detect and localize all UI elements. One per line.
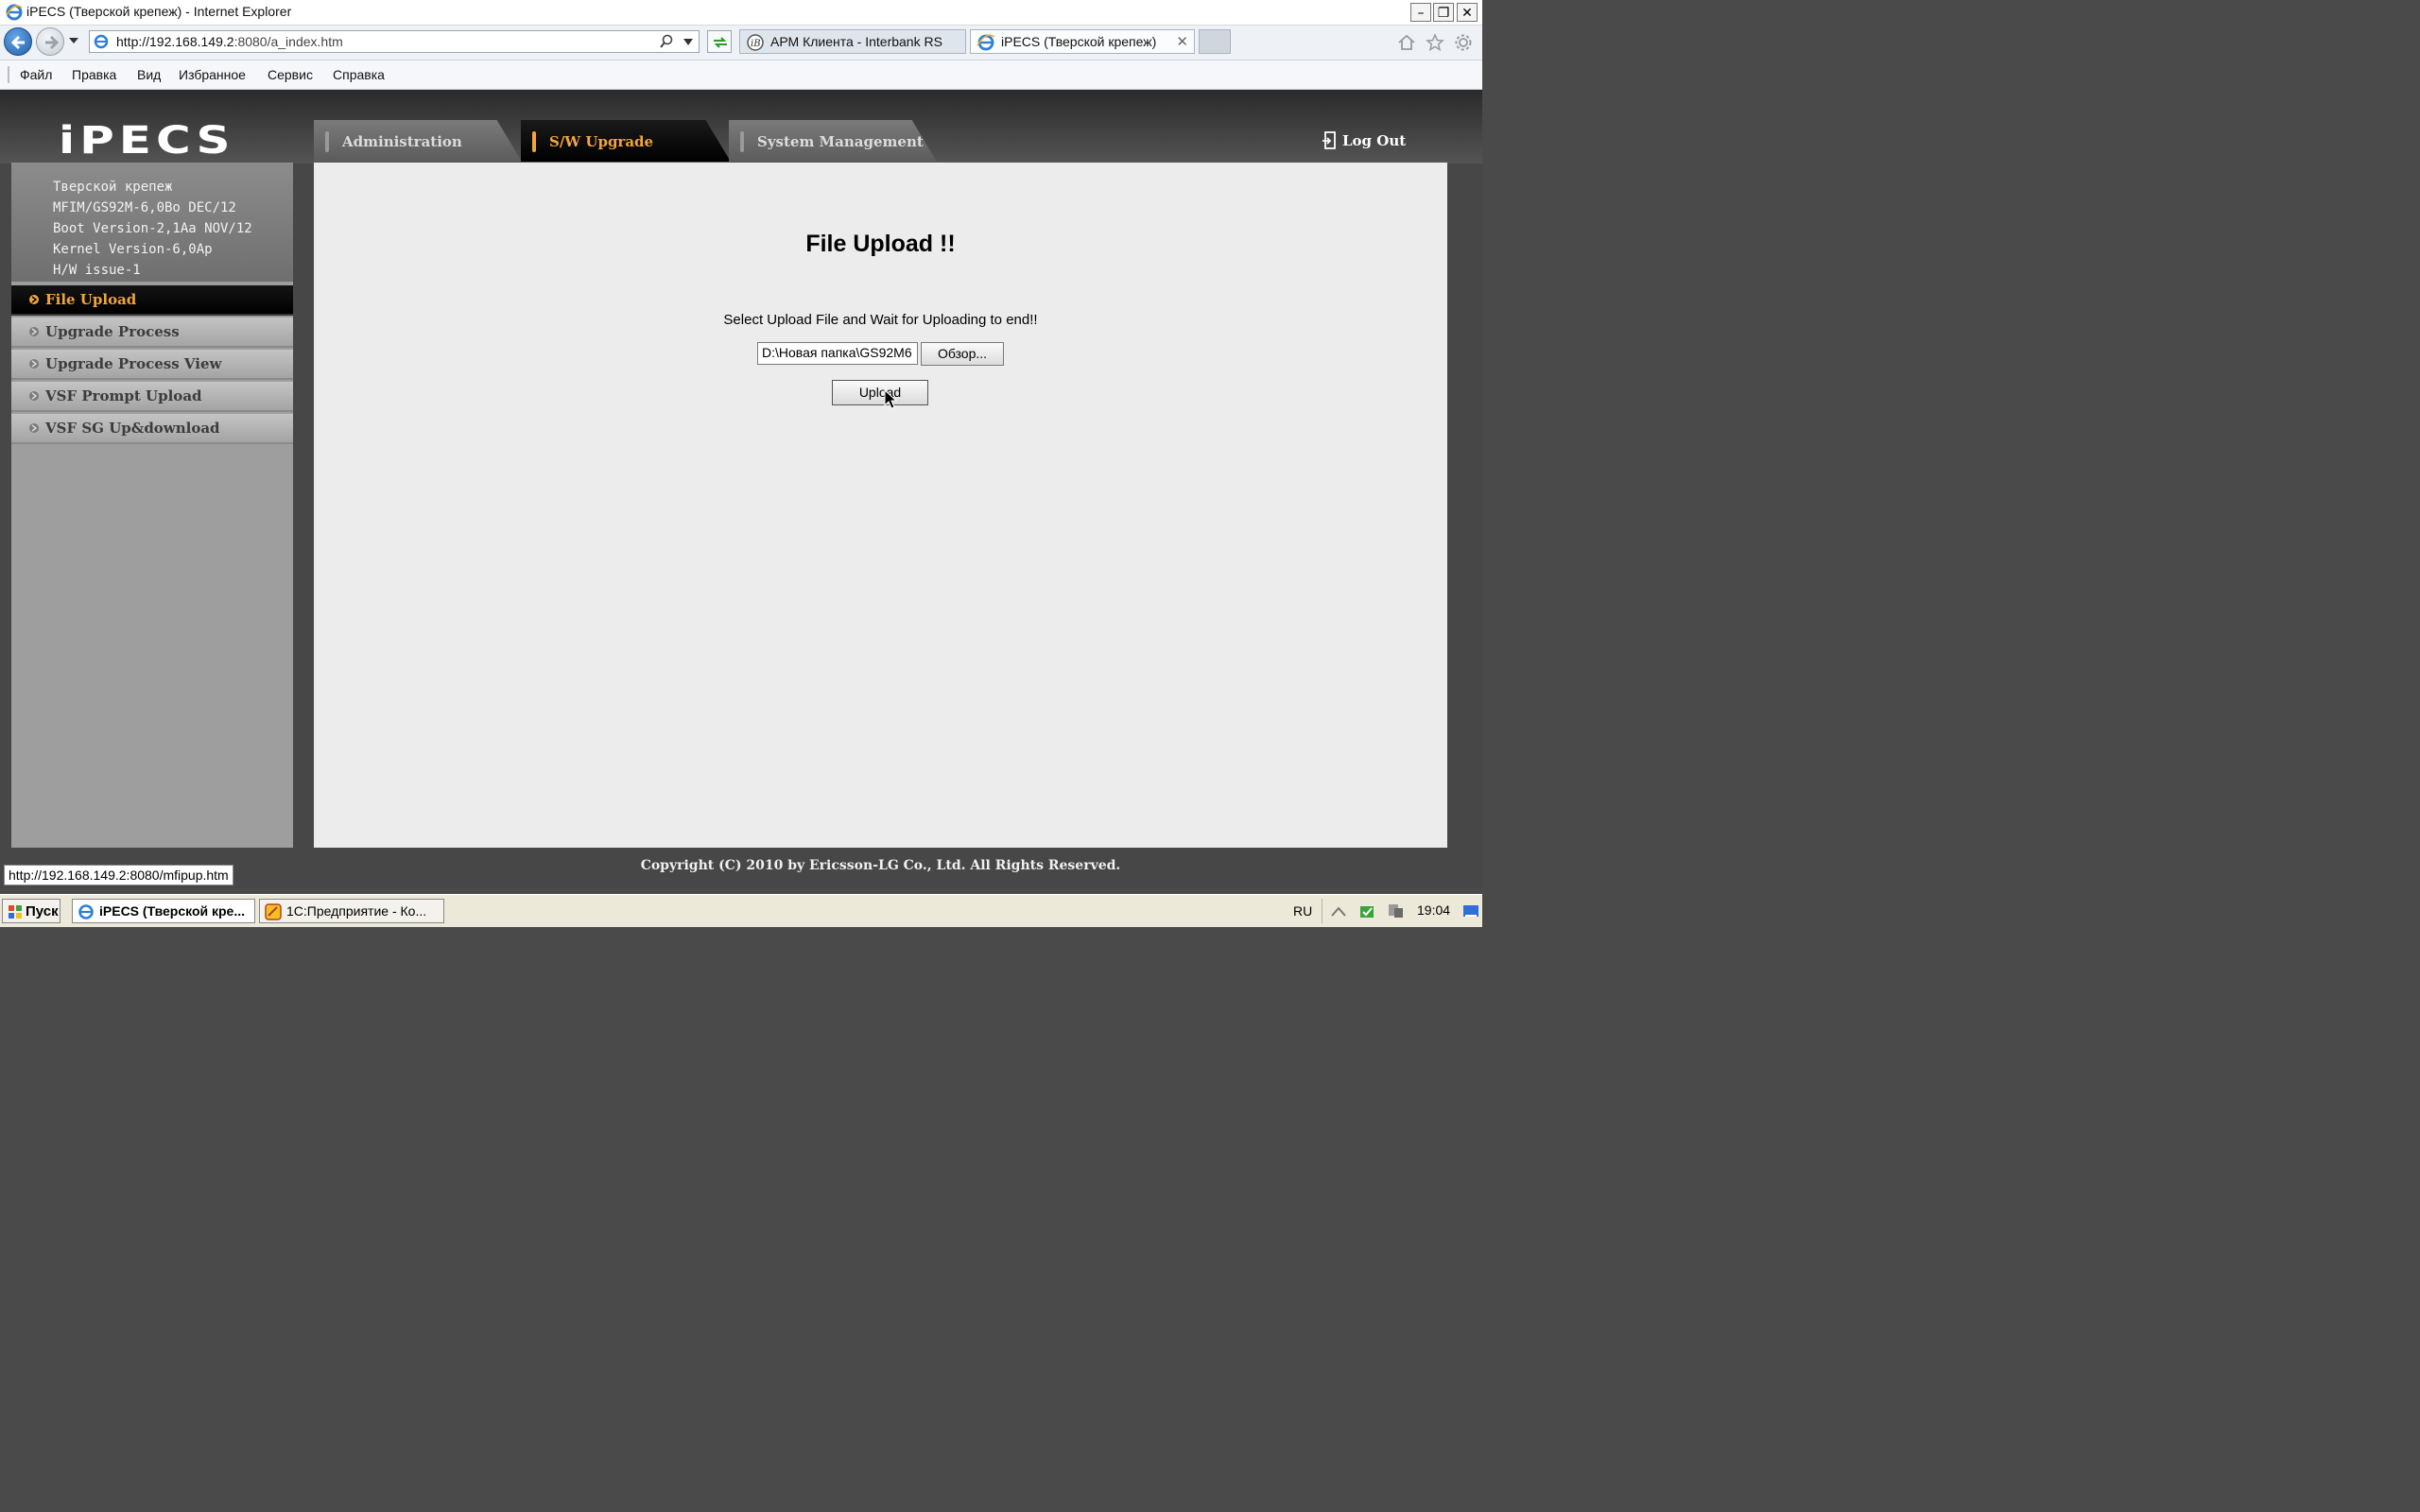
kernel-version: Kernel Version-6,0Ap xyxy=(53,242,213,257)
system-tray: 19:04 xyxy=(1322,899,1483,923)
bullet-icon xyxy=(29,423,39,433)
menu-favorites[interactable]: Избранное xyxy=(179,67,246,82)
minimize-button[interactable]: – xyxy=(1410,3,1431,22)
window-title: iPECS (Тверской крепеж) - Internet Explo… xyxy=(26,4,292,19)
left-sidebar: Тверской крепеж MFIM/GS92M-6,0Bo DEC/12 … xyxy=(11,163,293,848)
favorites-star-icon[interactable] xyxy=(1426,33,1444,52)
tab-grip xyxy=(532,131,536,152)
logout-door-icon xyxy=(1322,131,1336,149)
hw-issue: H/W issue-1 xyxy=(53,263,141,278)
language-indicator[interactable]: RU xyxy=(1293,903,1312,919)
status-link-url: http://192.168.149.2:8080/mfipup.htm xyxy=(4,865,233,885)
arrow-right-icon xyxy=(45,35,60,50)
sidebar-item-vsf-sg-updownload[interactable]: VSF SG Up&download xyxy=(11,414,293,444)
file-path-input[interactable]: D:\Новая папка\GS92M6 xyxy=(757,342,918,365)
menu-tools[interactable]: Сервис xyxy=(268,67,313,82)
firmware-version: MFIM/GS92M-6,0Bo DEC/12 xyxy=(53,200,236,215)
site-name: Тверской крепеж xyxy=(53,180,173,195)
tab-administration[interactable]: Administration xyxy=(314,120,522,162)
menu-view[interactable]: Вид xyxy=(137,67,161,82)
tab-ipecs[interactable]: iPECS (Тверской крепеж) ✕ xyxy=(970,29,1195,54)
bullet-icon xyxy=(29,327,39,336)
settings-gear-icon[interactable] xyxy=(1454,33,1473,52)
show-desktop-icon[interactable] xyxy=(1462,902,1479,919)
address-bar[interactable]: http://192.168.149.2:8080/a_index.htm xyxy=(89,30,700,53)
taskbar-item-ipecs[interactable]: iPECS (Тверской кре... xyxy=(72,899,255,923)
network-tray-icon[interactable] xyxy=(1330,902,1347,919)
ipecs-page: iPECS Administration S/W Upgrade System … xyxy=(0,90,1482,888)
page-ie-icon xyxy=(94,34,109,49)
menu-help[interactable]: Справка xyxy=(333,67,385,82)
restore-button[interactable]: ❐ xyxy=(1433,3,1454,22)
svg-text:iB: iB xyxy=(751,39,761,49)
menu-grip xyxy=(8,66,9,83)
close-tab-icon[interactable]: ✕ xyxy=(1176,33,1188,50)
browse-button[interactable]: Обзор... xyxy=(921,342,1004,366)
ie-task-icon xyxy=(78,904,94,919)
taskbar-item-1c[interactable]: 1С:Предприятие - Ко... xyxy=(259,899,444,923)
history-dropdown-icon[interactable] xyxy=(68,37,79,44)
sidebar-item-upgrade-process[interactable]: Upgrade Process xyxy=(11,318,293,348)
back-button[interactable] xyxy=(4,27,32,56)
sidebar-item-file-upload[interactable]: File Upload xyxy=(11,285,293,316)
copyright-footer: Copyright (C) 2010 by Ericsson-LG Co., L… xyxy=(640,858,1121,873)
bullet-icon xyxy=(29,359,39,369)
boot-version: Boot Version-2,1Aa NOV/12 xyxy=(53,221,252,236)
tab-sw-upgrade[interactable]: S/W Upgrade xyxy=(521,120,731,162)
main-content: File Upload !! Select Upload File and Wa… xyxy=(314,163,1447,848)
mouse-cursor-icon xyxy=(884,389,897,409)
start-button[interactable]: Пуск xyxy=(2,899,60,923)
taskbar: Пуск iPECS (Тверской кре... 1С:Предприят… xyxy=(0,894,1482,927)
home-icon[interactable] xyxy=(1397,33,1416,52)
internet-explorer-icon xyxy=(6,4,23,21)
bullet-icon xyxy=(29,295,39,304)
interbank-logo-icon: iB xyxy=(747,34,764,51)
windows-flag-icon xyxy=(9,905,22,919)
upload-instructions: Select Upload File and Wait for Uploadin… xyxy=(723,312,1038,328)
bullet-icon xyxy=(29,391,39,401)
arrow-left-icon xyxy=(10,35,25,50)
sidebar-item-vsf-prompt-upload[interactable]: VSF Prompt Upload xyxy=(11,382,293,412)
1c-app-icon xyxy=(265,903,282,920)
security-tray-icon[interactable] xyxy=(1358,902,1375,919)
search-icon[interactable] xyxy=(659,34,674,49)
menu-edit[interactable]: Правка xyxy=(72,67,116,82)
new-tab-button[interactable] xyxy=(1199,29,1231,54)
browser-navigation-bar: http://192.168.149.2:8080/a_index.htm iB… xyxy=(0,26,1482,60)
window-title-bar: iPECS (Тверской крепеж) - Internet Explo… xyxy=(0,0,1482,26)
upload-button[interactable]: Upload xyxy=(832,380,928,405)
menu-file[interactable]: Файл xyxy=(20,67,52,82)
forward-button[interactable] xyxy=(36,27,64,56)
clock[interactable]: 19:04 xyxy=(1417,902,1450,918)
tab-system-management[interactable]: System Management xyxy=(729,120,937,162)
menu-bar: Файл Правка Вид Избранное Сервис Справка xyxy=(0,60,1482,90)
system-info-panel: Тверской крепеж MFIM/GS92M-6,0Bo DEC/12 … xyxy=(11,163,293,282)
address-url[interactable]: http://192.168.149.2:8080/a_index.htm xyxy=(116,34,343,49)
refresh-button[interactable] xyxy=(707,30,732,53)
tab-grip xyxy=(740,131,744,152)
sidebar-item-upgrade-process-view[interactable]: Upgrade Process View xyxy=(11,350,293,380)
close-window-button[interactable]: ✕ xyxy=(1457,3,1478,22)
tab-interbank[interactable]: iB АРМ Клиента - Interbank RS xyxy=(739,29,966,54)
address-dropdown-icon[interactable] xyxy=(683,39,693,45)
tab-grip xyxy=(325,131,329,152)
ie-tab-icon xyxy=(977,34,995,51)
ipecs-logo: iPECS xyxy=(59,119,235,163)
computer-tray-icon[interactable] xyxy=(1387,902,1404,919)
refresh-icon xyxy=(714,37,727,48)
page-title: File Upload !! xyxy=(805,231,956,257)
